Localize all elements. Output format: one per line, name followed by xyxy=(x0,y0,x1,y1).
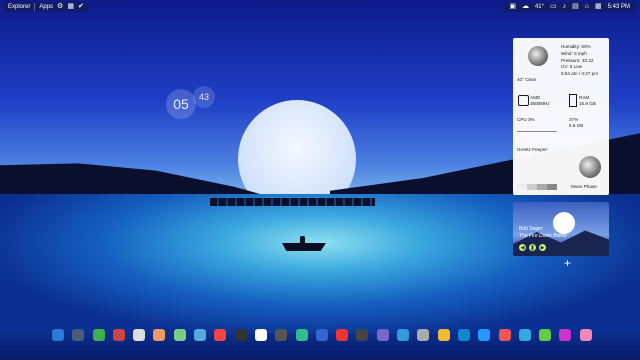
tone-bar xyxy=(517,184,557,190)
time: 5:43 PM xyxy=(607,4,630,10)
dock-app-icon[interactable] xyxy=(559,329,572,341)
dock xyxy=(52,324,592,346)
dock-app-icon[interactable] xyxy=(457,329,470,341)
calculator-icon[interactable]: ▦ xyxy=(67,2,74,12)
dock-app-icon[interactable] xyxy=(579,329,592,341)
next-icon[interactable]: ▶ xyxy=(539,244,546,251)
taskbar-right: ▣ ☁ 41° ▭ ♪ ▤ ⌂ ▦ 5:43 PM xyxy=(503,2,636,12)
dock-app-icon[interactable] xyxy=(376,329,389,341)
wind: Wind: 0 mph xyxy=(561,50,587,56)
network-icon[interactable]: ⌂ xyxy=(585,2,589,12)
cpu-icon xyxy=(518,95,529,106)
divider xyxy=(34,3,36,11)
music-moon xyxy=(553,212,575,234)
cpu-usage: CPU 3% xyxy=(517,117,535,122)
dock-app-icon[interactable] xyxy=(254,329,267,341)
notes-icon[interactable]: ▭ xyxy=(550,2,557,12)
explorer-button[interactable]: Explorer xyxy=(8,4,30,10)
pier xyxy=(210,198,375,206)
clock-minute: 43 xyxy=(193,86,215,108)
cpu-graph xyxy=(517,131,557,132)
temperature: 41° xyxy=(534,4,545,10)
dock-app-icon[interactable] xyxy=(173,329,186,341)
dock-app-icon[interactable] xyxy=(92,329,105,341)
previous-icon[interactable]: ◀ xyxy=(519,244,526,251)
cpu-frequency: 3600MHz xyxy=(530,100,550,106)
dock-app-icon[interactable] xyxy=(275,329,288,341)
dock-app-icon[interactable] xyxy=(234,329,247,341)
clock-hour: 05 xyxy=(166,89,196,119)
boat xyxy=(282,243,326,251)
dock-app-icon[interactable] xyxy=(417,329,430,341)
track-title: The Fire Down Below xyxy=(519,233,567,239)
settings-icon[interactable]: ⚙ xyxy=(57,2,63,12)
ram-used: 5.8 GB xyxy=(569,123,584,128)
add-widget-icon[interactable]: + xyxy=(564,256,571,270)
dock-app-icon[interactable] xyxy=(336,329,349,341)
dock-app-icon[interactable] xyxy=(397,329,410,341)
moon-phase-label: Moon Phase xyxy=(571,184,597,189)
greeting: Greetz Peeps!! xyxy=(517,147,548,152)
play-pause-icon[interactable]: ❚ xyxy=(529,244,536,251)
hill-left xyxy=(0,163,260,194)
taskbar-left: Explorer Apps ⚙ ▦ ✔ xyxy=(4,2,88,12)
dock-app-icon[interactable] xyxy=(356,329,369,341)
grid-icon[interactable]: ▦ xyxy=(595,2,602,12)
sunrise-sunset: 6:54 am / 4:47 pm xyxy=(561,71,599,77)
windows-icon[interactable]: ▣ xyxy=(509,2,516,12)
ram-icon xyxy=(569,94,577,107)
dock-app-icon[interactable] xyxy=(295,329,308,341)
check-icon[interactable]: ✔ xyxy=(78,2,84,12)
dock-app-icon[interactable] xyxy=(498,329,511,341)
weather-icon[interactable]: ☁ xyxy=(522,2,529,12)
dock-app-icon[interactable] xyxy=(153,329,166,341)
tone-swatch xyxy=(517,184,527,190)
dock-app-icon[interactable] xyxy=(478,329,491,341)
moon-phase-icon xyxy=(579,156,601,178)
volume-icon[interactable]: ♪ xyxy=(563,2,567,12)
dock-app-icon[interactable] xyxy=(194,329,207,341)
ram-info: RAM 15.9 GB xyxy=(579,95,596,106)
info-widget: Humidity: 60% Wind: 0 mph Pressure: 30.2… xyxy=(513,38,609,195)
dock-app-icon[interactable] xyxy=(437,329,450,341)
weather-summary: 40° Clear xyxy=(517,77,537,82)
dock-app-icon[interactable] xyxy=(112,329,125,341)
music-widget: Bob Seger The Fire Down Below ◀ ❚ ▶ xyxy=(513,202,609,256)
dock-app-icon[interactable] xyxy=(315,329,328,341)
dock-app-icon[interactable] xyxy=(539,329,552,341)
fisherman xyxy=(300,236,305,244)
dock-app-icon[interactable] xyxy=(518,329,531,341)
tone-swatch xyxy=(527,184,537,190)
music-controls: ◀ ❚ ▶ xyxy=(519,244,546,251)
uv: UV: 0 Low xyxy=(561,64,583,70)
tone-swatch xyxy=(537,184,547,190)
ram-usage: 37% 5.8 GB xyxy=(569,117,583,129)
cpu-info: AMD 3600MHz xyxy=(530,95,550,106)
apps-button[interactable]: Apps xyxy=(39,4,53,10)
dock-app-icon[interactable] xyxy=(52,329,64,341)
dock-app-icon[interactable] xyxy=(72,329,85,341)
display-icon[interactable]: ▤ xyxy=(572,2,579,12)
dock-app-icon[interactable] xyxy=(133,329,146,341)
artist: Bob Seger xyxy=(519,226,543,232)
weather-details: Humidity: 60% Wind: 0 mph Pressure: 30.2… xyxy=(561,44,598,78)
tone-swatch xyxy=(547,184,557,190)
dock-app-icon[interactable] xyxy=(214,329,227,341)
moon-icon xyxy=(528,46,548,66)
ram-total: 15.9 GB xyxy=(579,100,596,106)
pressure: Pressure: 30.22 xyxy=(561,57,594,63)
humidity: Humidity: 60% xyxy=(561,44,591,49)
